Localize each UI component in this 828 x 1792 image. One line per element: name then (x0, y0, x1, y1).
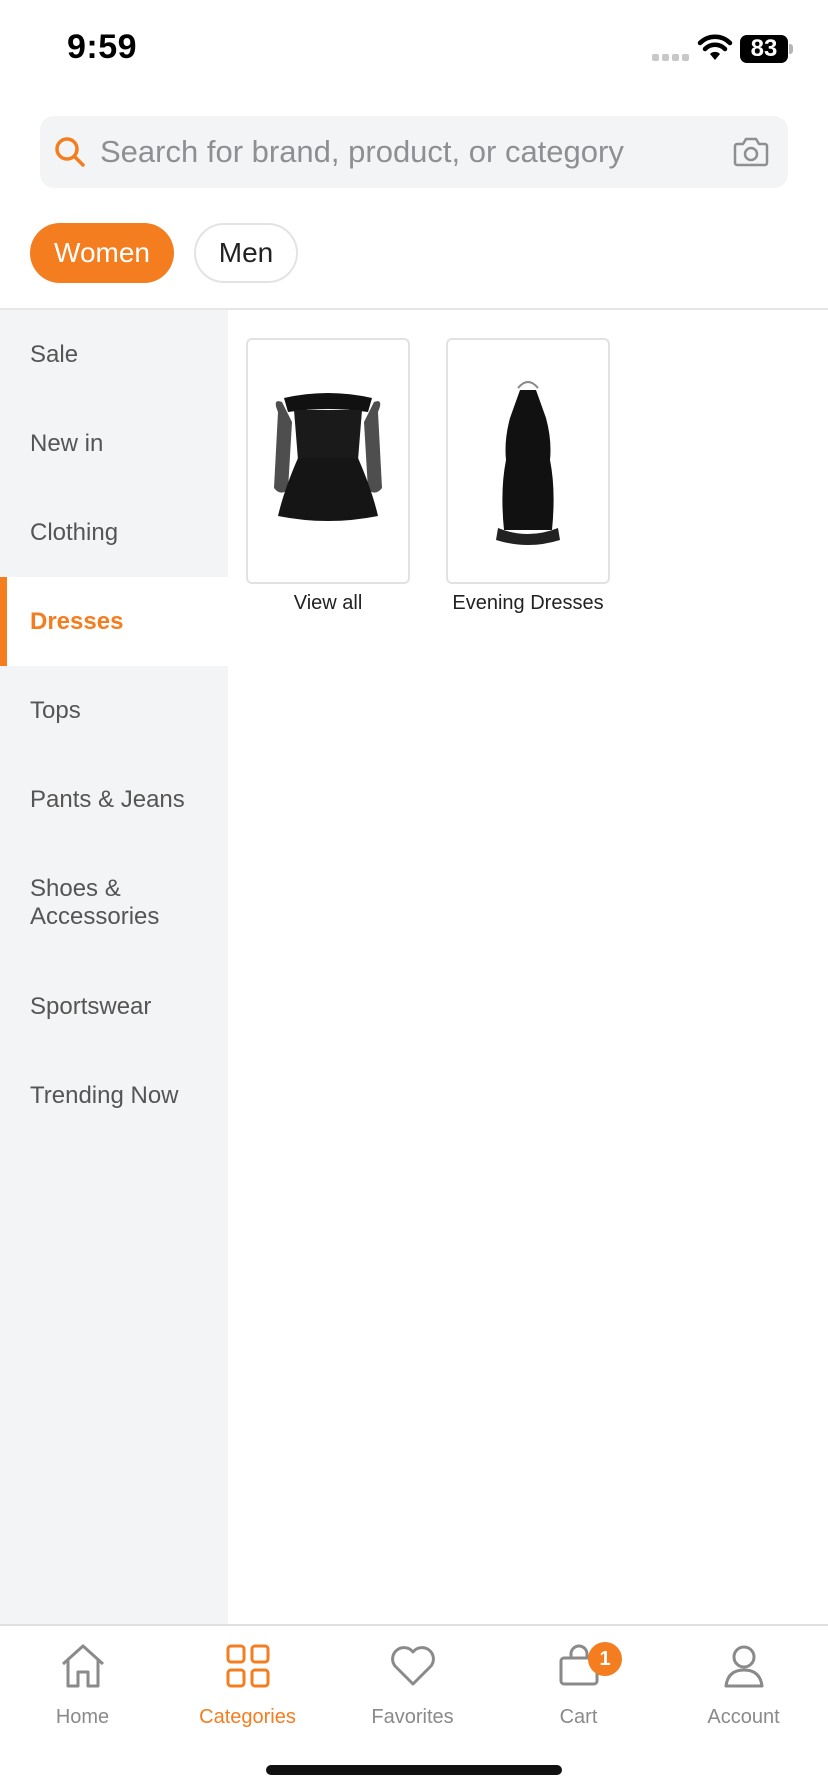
search-icon (55, 137, 85, 167)
sidebar-item-new-in[interactable]: New in (0, 399, 228, 488)
home-icon (61, 1644, 104, 1688)
halter-dress-image (496, 381, 560, 545)
status-time: 9:59 (67, 28, 138, 66)
status-bar: 9:59 83 (0, 0, 828, 100)
sidebar-item-sale[interactable]: Sale (0, 310, 228, 399)
subcategory-label: View all (293, 592, 363, 614)
sidebar-item-pants-jeans[interactable]: Pants & Jeans (0, 755, 228, 844)
subcategory-label: Evening Dresses (452, 592, 604, 614)
tab-favorites[interactable]: Favorites (330, 1640, 495, 1750)
grid-icon (226, 1644, 269, 1688)
tab-women[interactable]: Women (30, 223, 174, 283)
subcategory-tile-view-all[interactable] (246, 338, 410, 584)
off-shoulder-dress-image (274, 393, 382, 521)
cart-count-badge: 1 (588, 1642, 622, 1676)
sidebar-item-dresses[interactable]: Dresses (0, 577, 228, 666)
tab-home[interactable]: Home (0, 1640, 165, 1750)
tab-categories[interactable]: Categories (165, 1640, 330, 1750)
heart-icon (390, 1646, 435, 1686)
sidebar-item-tops[interactable]: Tops (0, 666, 228, 755)
tab-label: Cart (559, 1706, 598, 1728)
search-bar[interactable] (40, 116, 788, 188)
tab-label: Account (707, 1706, 780, 1728)
person-icon (724, 1645, 763, 1688)
tab-label: Favorites (371, 1706, 454, 1728)
sidebar-item-clothing[interactable]: Clothing (0, 488, 228, 577)
camera-icon[interactable] (732, 134, 770, 170)
battery-level: 83 (750, 35, 778, 62)
tab-cart[interactable]: 1 Cart (496, 1640, 661, 1750)
category-sidebar: Sale New in Clothing Dresses Tops Pants … (0, 310, 228, 1624)
subcategory-tile-evening-dresses[interactable] (446, 338, 610, 584)
battery-cap (789, 44, 793, 54)
sidebar-item-label: Shoes & Accessories (30, 875, 160, 930)
sidebar-item-sportswear[interactable]: Sportswear (0, 962, 228, 1051)
sidebar-item-trending-now[interactable]: Trending Now (0, 1051, 228, 1140)
sidebar-item-shoes-accessories[interactable]: Shoes & Accessories (0, 844, 228, 962)
home-indicator[interactable] (266, 1765, 562, 1775)
tab-men[interactable]: Men (194, 223, 298, 283)
battery-icon: 83 (740, 35, 788, 63)
search-input[interactable] (100, 126, 700, 178)
cellular-signal-icon (652, 54, 689, 61)
tab-label: Home (55, 1706, 110, 1728)
wifi-icon (697, 34, 733, 60)
tab-account[interactable]: Account (661, 1640, 826, 1750)
tab-label: Categories (199, 1706, 296, 1728)
